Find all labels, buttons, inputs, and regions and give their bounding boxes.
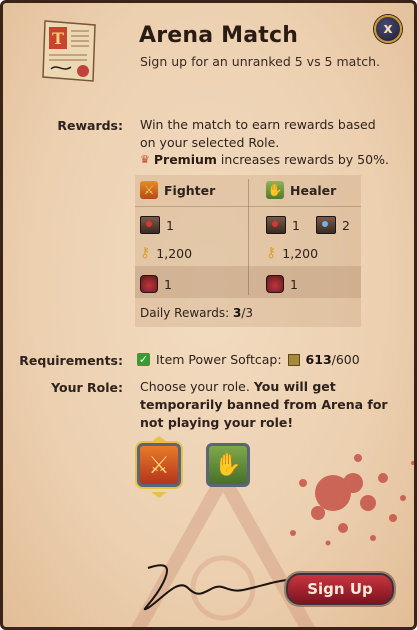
chest-icon: [140, 216, 160, 234]
hand-icon: ✋: [266, 181, 284, 199]
rewards-column-divider: [248, 179, 249, 295]
signature-decoration: [143, 564, 299, 611]
healer-chest-reward: 1 2: [266, 216, 350, 234]
item-power-requirement: ✓ Item Power Softcap: 613/600: [137, 352, 360, 367]
page-subtitle: Sign up for an unranked 5 vs 5 match.: [140, 54, 380, 69]
rewards-label: Rewards:: [57, 118, 123, 133]
requirement-text: Item Power Softcap:: [156, 352, 282, 367]
chest-icon: [266, 216, 286, 234]
close-button[interactable]: x: [374, 15, 402, 43]
role-description: Choose your role. You will get temporari…: [140, 378, 400, 432]
healer-label: Healer: [290, 182, 337, 198]
healer-chest-count: 1: [292, 217, 300, 233]
healer-column-header: ✋ Healer: [266, 181, 336, 199]
daily-rewards-max: /3: [241, 306, 254, 320]
fighter-silver-reward: ⚷ 1,200: [140, 245, 192, 261]
premium-crown-icon: ♛: [140, 153, 150, 166]
item-power-icon: [287, 353, 300, 366]
premium-text: increases rewards by 50%.: [220, 152, 389, 167]
healer-bag-count: 1: [290, 276, 298, 292]
sword-icon: ⚔: [148, 451, 170, 479]
loot-bag-icon: [266, 275, 284, 293]
scroll-icon: T: [42, 20, 96, 82]
premium-word: Premium: [153, 152, 217, 167]
premium-info: ♛ Premium increases rewards by 50%.: [140, 152, 389, 167]
close-icon: x: [383, 21, 393, 37]
svg-text:T: T: [52, 29, 64, 48]
page-title: Arena Match: [139, 23, 299, 48]
rewards-header-divider: [135, 206, 361, 207]
daily-rewards-label: Daily Rewards:: [140, 306, 230, 320]
healer-bag-reward: 1: [266, 275, 298, 293]
selection-arrow-up-icon: [151, 436, 167, 442]
selection-arrow-down-icon: [151, 492, 167, 498]
loot-bag-icon: [140, 275, 158, 293]
healer-chest2-count: 2: [341, 217, 350, 233]
rare-chest-icon: [315, 216, 336, 234]
fighter-role-button[interactable]: ⚔: [137, 443, 181, 487]
healer-silver-amount: 1,200: [282, 245, 319, 261]
silver-coin-icon: ⚷: [266, 245, 277, 261]
your-role-label: Your Role:: [51, 380, 123, 395]
hand-icon: ✋: [214, 452, 242, 478]
fighter-bag-count: 1: [164, 276, 172, 292]
silver-coin-icon: ⚷: [140, 245, 151, 261]
role-instruction: Choose your role.: [140, 379, 250, 394]
checkmark-icon: ✓: [137, 353, 150, 366]
item-power-current: 613: [305, 352, 332, 367]
healer-role-button[interactable]: ✋: [206, 443, 250, 487]
fighter-chest-count: 1: [166, 217, 174, 233]
arena-match-dialog: T Arena Match Sign up for an unranked 5 …: [0, 0, 417, 630]
rewards-description: Win the match to earn rewards based on y…: [140, 117, 376, 150]
fighter-chest-reward: 1: [140, 216, 174, 234]
healer-silver-reward: ⚷ 1,200: [266, 245, 318, 261]
fighter-bag-reward: 1: [140, 275, 172, 293]
fighter-label: Fighter: [164, 182, 216, 198]
fighter-column-header: ⚔ Fighter: [140, 181, 215, 199]
sign-up-button[interactable]: Sign Up: [286, 573, 394, 605]
item-power-max: /600: [331, 352, 360, 367]
requirements-label: Requirements:: [19, 353, 123, 368]
fighter-silver-amount: 1,200: [156, 245, 193, 261]
sword-icon: ⚔: [140, 181, 158, 199]
daily-rewards: Daily Rewards: 3/3: [140, 306, 253, 320]
